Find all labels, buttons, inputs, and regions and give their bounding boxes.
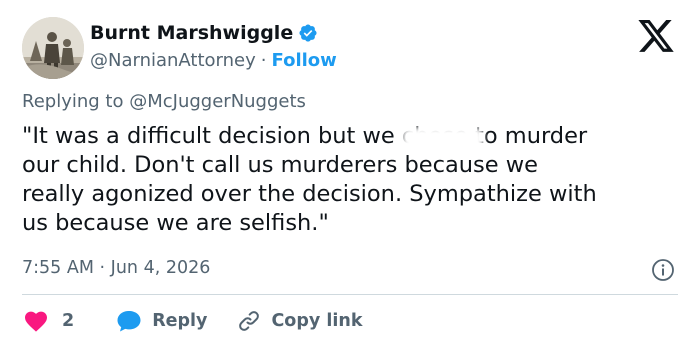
tweet-time: 7:55 AM xyxy=(22,258,94,278)
avatar-image xyxy=(22,17,84,79)
x-logo-icon[interactable] xyxy=(636,20,676,56)
tweet-text: "It was a difficult decision but we chos… xyxy=(22,123,597,236)
speech-bubble-icon xyxy=(117,311,141,332)
like-count: 2 xyxy=(62,311,75,331)
copy-link-button[interactable]: Copy link xyxy=(237,309,362,333)
reply-label: Reply xyxy=(152,311,208,331)
replying-to-prefix: Replying to xyxy=(22,91,124,112)
separator-dot: · xyxy=(260,49,267,71)
tweet-actions: 2 Reply Copy link xyxy=(24,306,362,336)
reply-button[interactable]: Reply xyxy=(116,309,207,333)
author-handle-row: @NarnianAttorney · Follow xyxy=(90,47,337,73)
heart-icon xyxy=(25,311,47,332)
tweet-timestamp[interactable]: 7:55 AM · Jun 4, 2026 xyxy=(22,258,210,278)
tweet-date: Jun 4, 2026 xyxy=(110,258,211,278)
author-name-row: Burnt Marshwiggle xyxy=(90,19,318,47)
copy-link-label: Copy link xyxy=(271,311,363,331)
avatar[interactable] xyxy=(22,17,84,79)
timestamp-separator: · xyxy=(99,258,106,278)
link-icon xyxy=(239,311,260,331)
info-icon[interactable] xyxy=(651,258,675,282)
follow-button[interactable]: Follow xyxy=(272,50,337,71)
verified-badge-icon xyxy=(299,24,317,42)
author-handle[interactable]: @NarnianAttorney xyxy=(90,50,256,71)
replying-to-handle[interactable]: @McJuggerNuggets xyxy=(129,91,306,112)
replying-to: Replying to @McJuggerNuggets xyxy=(22,91,306,112)
like-button[interactable]: 2 xyxy=(24,310,74,332)
divider xyxy=(22,294,678,295)
censor-blur xyxy=(402,127,484,151)
author-name[interactable]: Burnt Marshwiggle xyxy=(90,22,293,44)
